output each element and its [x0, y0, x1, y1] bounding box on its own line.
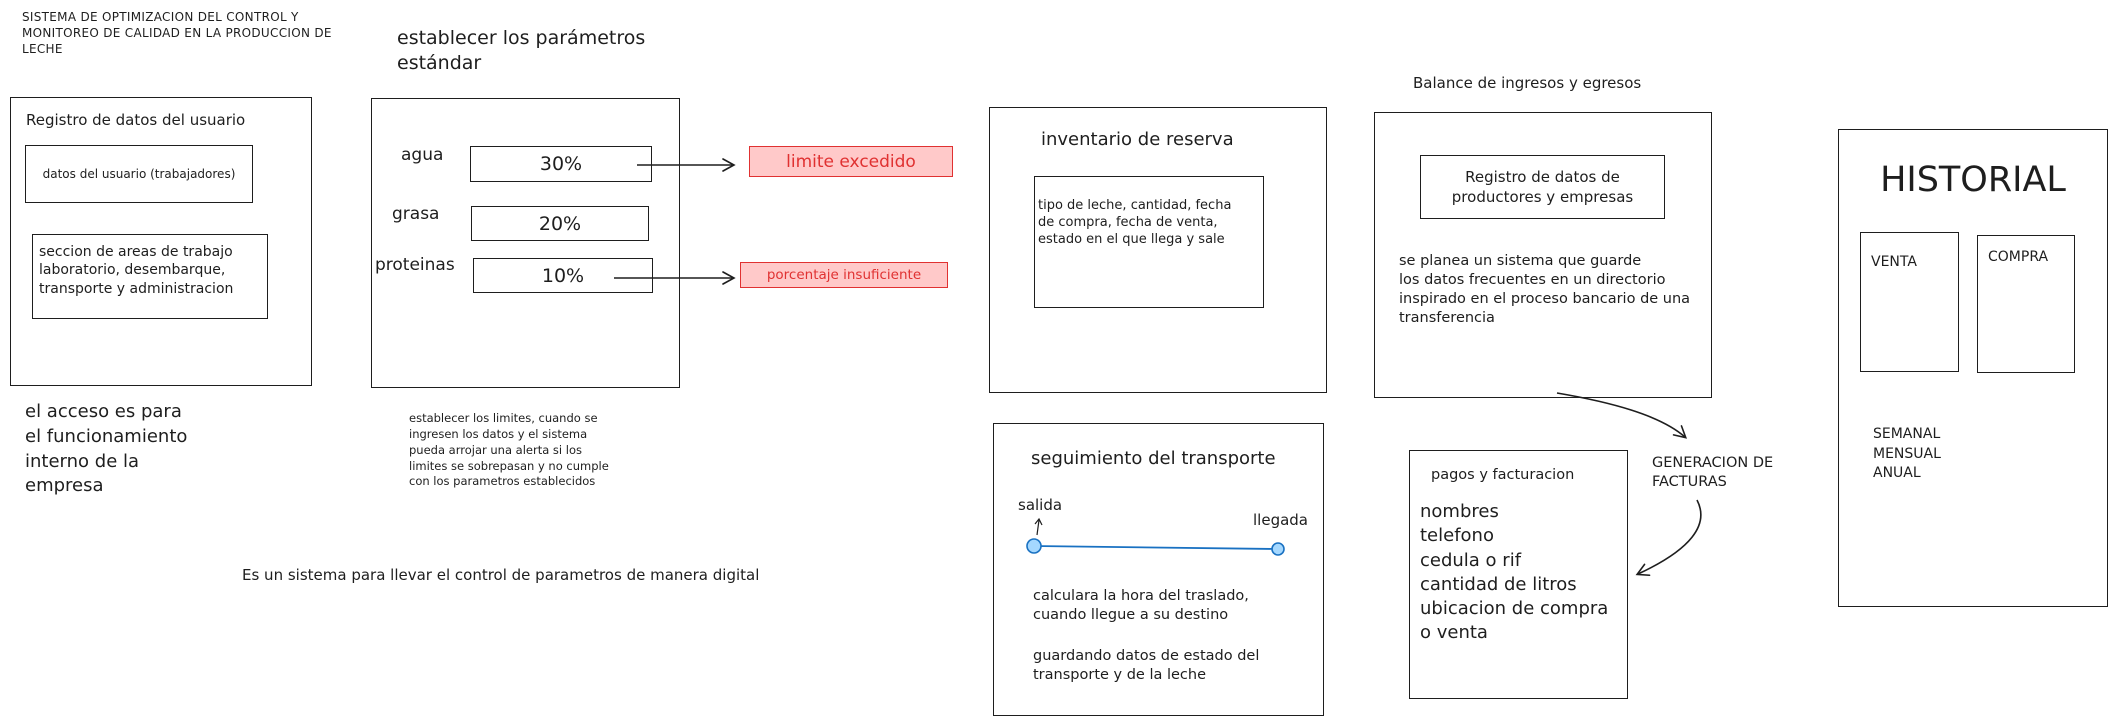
- route-end-node[interactable]: [1271, 542, 1285, 556]
- arrow-invoice-to-billing: [1635, 499, 1702, 577]
- connectors-layer: [614, 158, 1702, 577]
- route-start-node[interactable]: [1026, 538, 1042, 554]
- arrow-balance-to-invoice: [1556, 392, 1688, 439]
- transport-route-line: [1033, 545, 1279, 550]
- arrow-route-start: [1036, 519, 1040, 536]
